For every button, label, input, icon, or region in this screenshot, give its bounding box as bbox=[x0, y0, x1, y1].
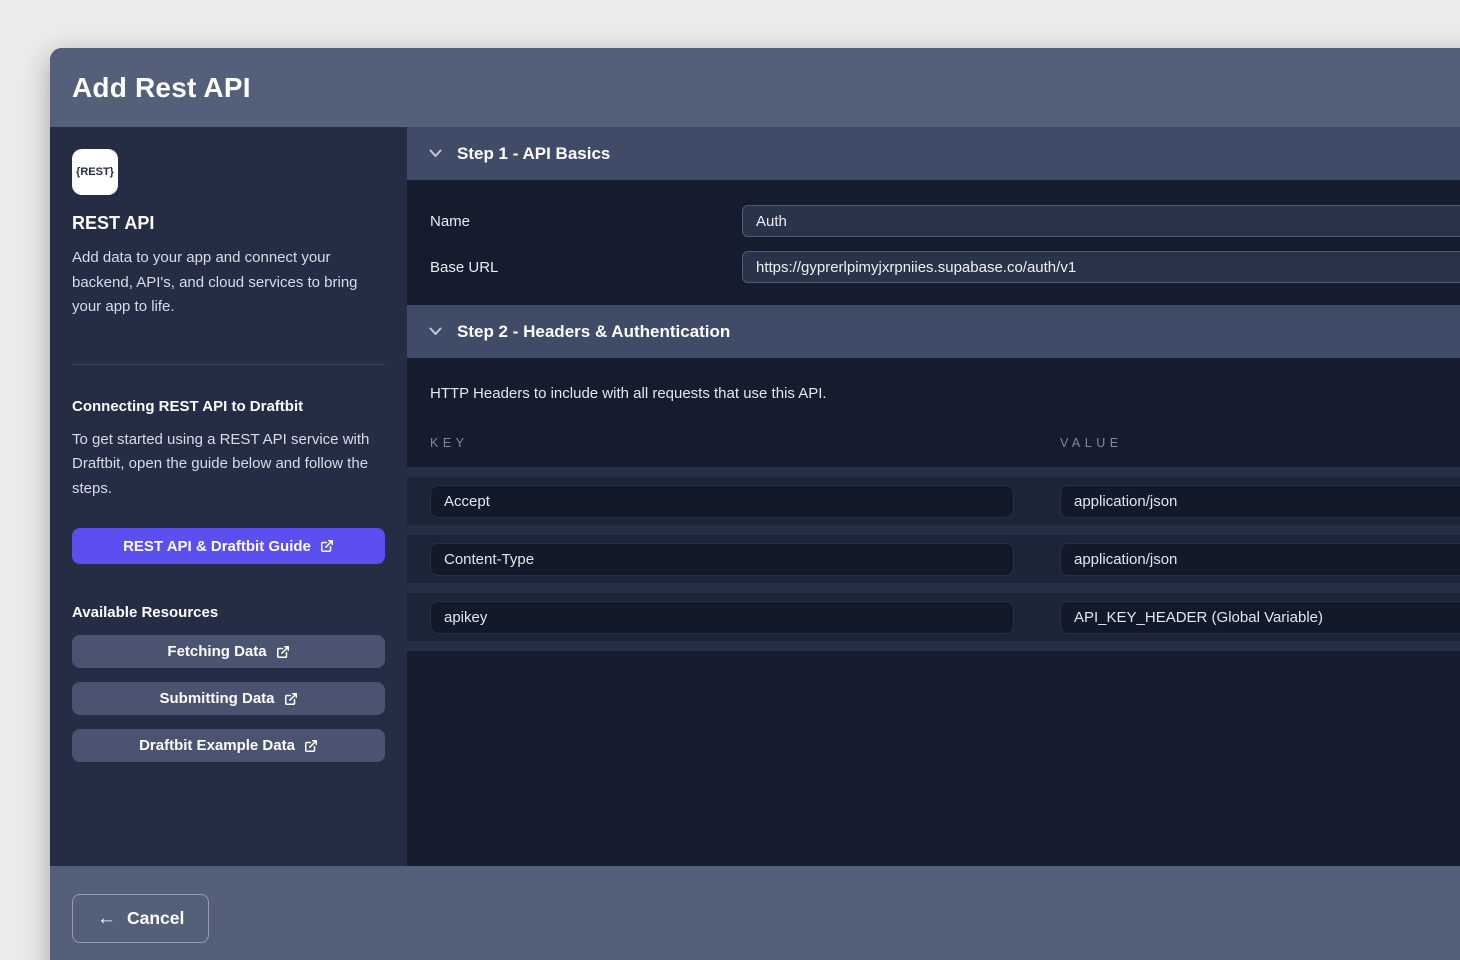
header-value-input[interactable] bbox=[1060, 543, 1460, 576]
submitting-data-button[interactable]: Submitting Data bbox=[72, 682, 385, 715]
base-url-input[interactable] bbox=[742, 251, 1460, 283]
name-label: Name bbox=[430, 213, 742, 230]
main-panel: Step 1 - API Basics Name Base URL Step 2… bbox=[407, 127, 1460, 866]
header-value-input[interactable] bbox=[1060, 601, 1460, 634]
resource-button-label: Draftbit Example Data bbox=[139, 737, 295, 754]
step1-header[interactable]: Step 1 - API Basics bbox=[407, 127, 1460, 180]
name-input[interactable] bbox=[742, 205, 1460, 237]
base-url-label: Base URL bbox=[430, 259, 742, 276]
fetching-data-button[interactable]: Fetching Data bbox=[72, 635, 385, 668]
connect-heading: Connecting REST API to Draftbit bbox=[72, 398, 385, 415]
modal-footer: ← Cancel bbox=[50, 866, 1460, 960]
modal-title: Add Rest API bbox=[72, 72, 251, 104]
modal-header: Add Rest API bbox=[50, 48, 1460, 127]
headers-table-columns: KEY VALUE bbox=[407, 436, 1460, 450]
headers-description: HTTP Headers to include with all request… bbox=[407, 358, 1460, 402]
external-link-icon bbox=[320, 539, 334, 553]
connect-text: To get started using a REST API service … bbox=[72, 428, 385, 502]
sidebar: {REST} REST API Add data to your app and… bbox=[50, 127, 407, 866]
guide-button-label: REST API & Draftbit Guide bbox=[123, 538, 311, 555]
sidebar-description: Add data to your app and connect your ba… bbox=[72, 246, 385, 320]
step2-header[interactable]: Step 2 - Headers & Authentication bbox=[407, 305, 1460, 358]
chevron-down-icon bbox=[429, 149, 442, 158]
sidebar-divider bbox=[72, 364, 385, 365]
arrow-left-icon: ← bbox=[97, 909, 116, 928]
external-link-icon bbox=[284, 692, 298, 706]
step1-title: Step 1 - API Basics bbox=[457, 144, 610, 164]
step1-body: Name Base URL bbox=[407, 180, 1460, 305]
base-url-field-row: Base URL bbox=[430, 251, 1460, 283]
add-rest-api-modal: Add Rest API {REST} REST API Add data to… bbox=[50, 48, 1460, 960]
draftbit-example-data-button[interactable]: Draftbit Example Data bbox=[72, 729, 385, 762]
sidebar-title: REST API bbox=[72, 213, 385, 234]
header-row bbox=[407, 535, 1460, 583]
cancel-button[interactable]: ← Cancel bbox=[72, 894, 209, 943]
header-row bbox=[407, 593, 1460, 641]
rest-api-icon: {REST} bbox=[72, 149, 118, 195]
header-key-input[interactable] bbox=[430, 485, 1014, 518]
step2-body: HTTP Headers to include with all request… bbox=[407, 358, 1460, 866]
value-column-header: VALUE bbox=[1060, 436, 1460, 450]
header-key-input[interactable] bbox=[430, 543, 1014, 576]
name-field-row: Name bbox=[430, 205, 1460, 237]
resource-button-label: Fetching Data bbox=[167, 643, 266, 660]
modal-body: {REST} REST API Add data to your app and… bbox=[50, 127, 1460, 866]
header-value-input[interactable] bbox=[1060, 485, 1460, 518]
rest-api-guide-button[interactable]: REST API & Draftbit Guide bbox=[72, 528, 385, 564]
step2-title: Step 2 - Headers & Authentication bbox=[457, 322, 730, 342]
external-link-icon bbox=[276, 645, 290, 659]
cancel-button-label: Cancel bbox=[127, 908, 184, 929]
external-link-icon bbox=[304, 739, 318, 753]
header-row bbox=[407, 477, 1460, 525]
key-column-header: KEY bbox=[430, 436, 1014, 450]
available-resources-heading: Available Resources bbox=[72, 604, 385, 621]
header-key-input[interactable] bbox=[430, 601, 1014, 634]
resource-button-label: Submitting Data bbox=[160, 690, 275, 707]
chevron-down-icon bbox=[429, 327, 442, 336]
headers-table bbox=[407, 467, 1460, 651]
